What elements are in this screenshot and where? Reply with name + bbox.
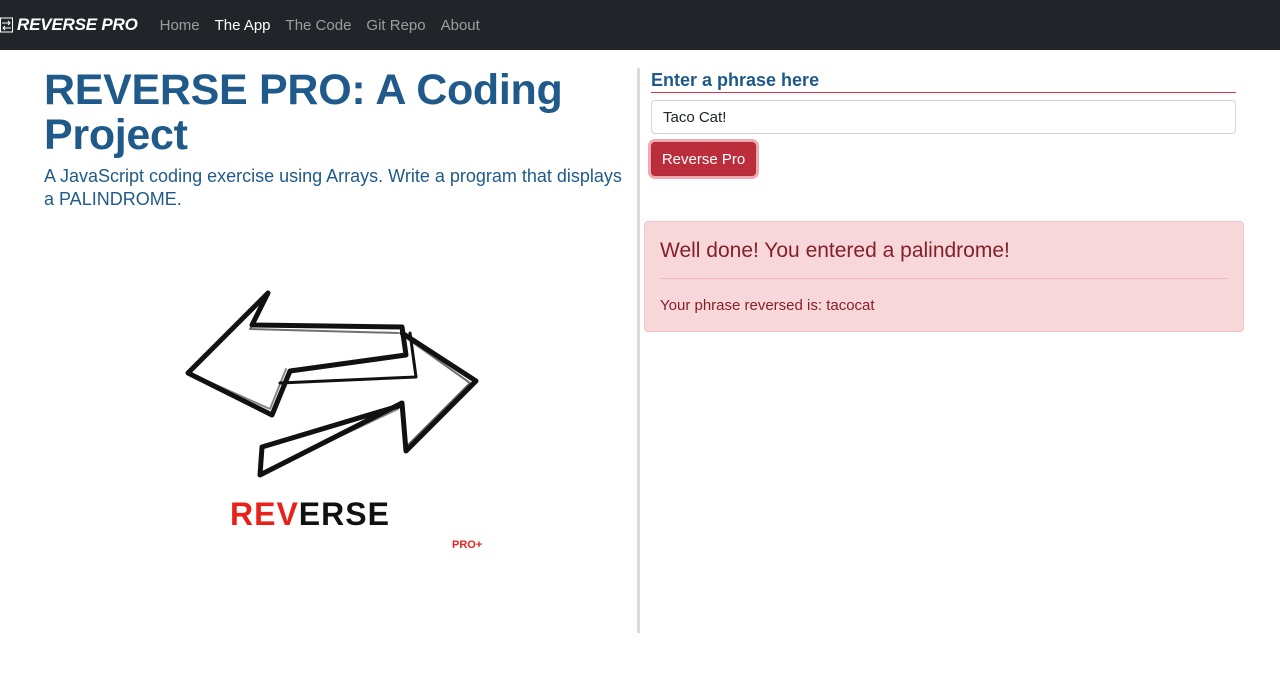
brand-name: REVERSE PRO xyxy=(17,15,138,34)
reverse-arrows-icon xyxy=(0,17,13,33)
page-description: A JavaScript coding exercise using Array… xyxy=(44,166,622,209)
page-title: REVERSE PRO: A Coding Project xyxy=(44,66,563,159)
nav-home[interactable]: Home xyxy=(160,17,200,34)
logo-tag: PRO+ xyxy=(452,539,482,551)
nav-the-app[interactable]: The App xyxy=(215,17,271,34)
nav-git-repo[interactable]: Git Repo xyxy=(366,17,425,34)
svg-text:REVERSE: REVERSE xyxy=(230,496,390,532)
reverse-pro-logo: REVERSE PRO+ xyxy=(185,290,482,551)
reverse-pro-button[interactable]: Reverse Pro xyxy=(651,142,756,176)
brand[interactable]: REVERSE PRO xyxy=(0,0,138,50)
phrase-input[interactable] xyxy=(651,100,1236,134)
logo-word-black: ERSE xyxy=(299,496,390,532)
result-message: Your phrase reversed is: tacocat xyxy=(660,297,875,314)
input-heading: Enter a phrase here xyxy=(651,68,1236,93)
alert-divider xyxy=(660,278,1228,279)
top-navbar: REVERSE PRO Home The App The Code Git Re… xyxy=(0,0,1280,50)
nav-links: Home The App The Code Git Repo About xyxy=(160,17,495,34)
nav-the-code[interactable]: The Code xyxy=(286,17,352,34)
reverse-arrows-icon xyxy=(185,290,479,478)
result-heading: Well done! You entered a palindrome! xyxy=(660,239,1010,262)
nav-about[interactable]: About xyxy=(441,17,480,34)
logo-word-red: REV xyxy=(230,496,299,532)
result-alert: Well done! You entered a palindrome! You… xyxy=(644,221,1244,332)
column-divider xyxy=(637,68,640,633)
